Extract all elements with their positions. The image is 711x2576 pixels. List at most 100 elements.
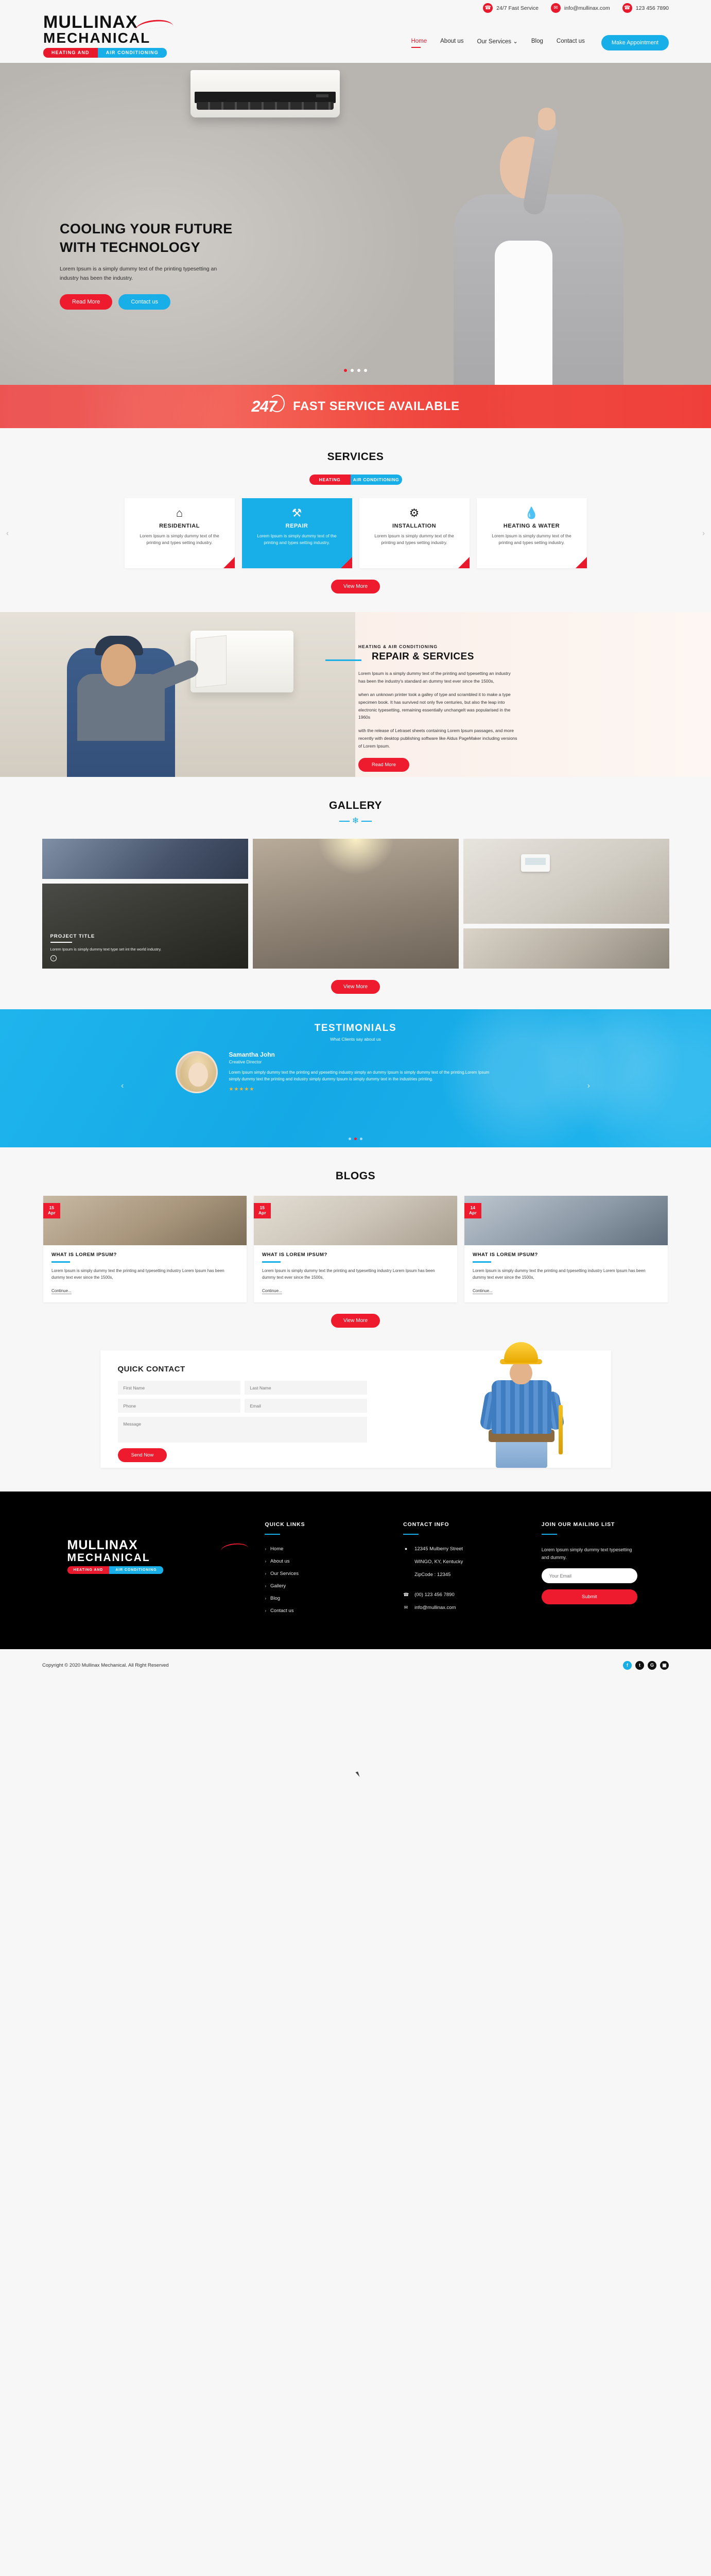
- testimonial-dot-3[interactable]: [360, 1138, 362, 1140]
- instagram-icon[interactable]: ▣: [660, 1660, 669, 1670]
- newsletter-submit-button[interactable]: Submit: [541, 1589, 637, 1605]
- footer-link-blog[interactable]: › Blog: [265, 1596, 403, 1601]
- blog-thumbnail: 15 Apr: [43, 1196, 247, 1245]
- header-service-hours[interactable]: ☎ 24/7 Fast Service: [483, 3, 539, 13]
- mouse-cursor-icon: [355, 1771, 360, 1778]
- footer-link-about[interactable]: › About us: [265, 1558, 403, 1564]
- twitter-icon[interactable]: t: [635, 1660, 644, 1670]
- google-plus-icon[interactable]: G: [648, 1660, 656, 1670]
- blog-date-month: Apr: [48, 1210, 56, 1215]
- newsletter-email-input[interactable]: [541, 1568, 637, 1584]
- chevron-down-icon: ⌄: [511, 38, 518, 45]
- testimonials-prev-arrow-icon[interactable]: ‹: [121, 1081, 124, 1091]
- service-card-heating-water[interactable]: 💧 HEATING & WATER Lorem Ipsum is simply …: [476, 498, 587, 568]
- gallery-item-featured[interactable]: PROJECT TITLE Lorem Ipsum is simply dumm…: [42, 884, 248, 969]
- hero-ac-unit-image: [190, 70, 340, 117]
- blog-card[interactable]: 15 Apr WHAT IS LOREM IPSUM? Lorem Ipsum …: [254, 1196, 457, 1303]
- footer-phone-label: (00) 123 456 7890: [414, 1592, 455, 1598]
- footer-phone[interactable]: ☎ (00) 123 456 7890: [403, 1592, 542, 1598]
- message-textarea[interactable]: [117, 1417, 367, 1443]
- service-card-repair[interactable]: ⚒ REPAIR Lorem Ipsum is simply dummy tex…: [241, 498, 352, 568]
- service-card-residential[interactable]: ⌂ RESIDENTIAL Lorem Ipsum is simply dumm…: [124, 498, 235, 568]
- hero-dot-2[interactable]: [351, 369, 354, 372]
- send-now-button[interactable]: Send Now: [117, 1448, 167, 1463]
- social-links: f t G ▣: [623, 1660, 669, 1670]
- logo-line-2: MECHANICAL: [43, 30, 151, 46]
- testimonial-dot-1[interactable]: [349, 1138, 351, 1140]
- copyright-bar: Copyright © 2020 Mullinax Mechanical. Al…: [0, 1649, 711, 1682]
- nav-item-blog[interactable]: Blog: [531, 38, 543, 48]
- footer-address-line-3: ZipCode : 12345: [414, 1572, 451, 1578]
- footer-quick-links-title: QUICK LINKS: [265, 1521, 305, 1528]
- hero-dot-4[interactable]: [364, 369, 367, 372]
- service-card-title: HEATING & WATER: [503, 523, 560, 529]
- corner-accent: [340, 557, 352, 568]
- arrow-right-icon[interactable]: ›: [50, 955, 57, 961]
- hero-content: COOLING YOUR FUTURE WITH TECHNOLOGY Lore…: [60, 220, 302, 310]
- blog-date-month: Apr: [258, 1210, 266, 1215]
- testimonials-next-arrow-icon[interactable]: ›: [587, 1081, 590, 1091]
- gallery-item[interactable]: [463, 839, 669, 924]
- service-card-desc: Lorem Ipsum is simply dummy text of the …: [140, 533, 219, 546]
- header-email[interactable]: ✉ info@mullinax.com: [550, 3, 610, 13]
- testimonials-subtitle: What Clients say about us: [330, 1037, 381, 1042]
- nav-item-about[interactable]: About us: [440, 38, 463, 48]
- gallery-item[interactable]: [463, 928, 669, 969]
- gallery-view-more-button[interactable]: View More: [331, 980, 380, 994]
- footer-link-services[interactable]: › Our Services: [265, 1571, 403, 1577]
- gallery-section: GALLERY ❄ PROJECT TITLE Lorem Ipsum is s…: [0, 777, 711, 994]
- footer-link-home[interactable]: › Home: [265, 1546, 403, 1552]
- repair-read-more-button[interactable]: Read More: [358, 757, 409, 772]
- make-appointment-button[interactable]: Make Appointment: [601, 35, 669, 50]
- gallery-item[interactable]: [42, 839, 248, 879]
- footer-contact-info: CONTACT INFO ● 12345 Mulberry Street WIN…: [403, 1521, 542, 1620]
- header-service-hours-label: 24/7 Fast Service: [496, 5, 539, 11]
- chevron-right-icon: ›: [265, 1547, 267, 1552]
- first-name-input[interactable]: [117, 1381, 240, 1395]
- header-phone[interactable]: ☎ 123 456 7890: [622, 3, 669, 13]
- gallery-grid: PROJECT TITLE Lorem Ipsum is simply dumm…: [42, 839, 669, 969]
- footer-email-label: info@mullinax.com: [414, 1605, 456, 1611]
- header-contact-strip: ☎ 24/7 Fast Service ✉ info@mullinax.com …: [483, 3, 669, 13]
- services-view-more-button[interactable]: View More: [331, 580, 380, 594]
- email-input[interactable]: [244, 1399, 367, 1413]
- last-name-input[interactable]: [244, 1381, 367, 1395]
- hero-dot-3[interactable]: [357, 369, 360, 372]
- testimonial-quote: Lorem Ipsum simply dummy text the printi…: [229, 1070, 490, 1082]
- footer-link-contact[interactable]: › Contact us: [265, 1608, 403, 1614]
- blog-card[interactable]: 14 Apr WHAT IS LOREM IPSUM? Lorem Ipsum …: [464, 1196, 668, 1303]
- hero-dot-1[interactable]: [344, 369, 347, 372]
- nav-item-contact[interactable]: Contact us: [557, 38, 585, 48]
- mail-icon: ✉: [550, 3, 561, 13]
- services-next-arrow-icon[interactable]: ›: [702, 529, 705, 538]
- hero-read-more-button[interactable]: Read More: [60, 294, 113, 310]
- service-card-title: INSTALLATION: [392, 523, 437, 529]
- hero-contact-button[interactable]: Contact us: [118, 294, 171, 310]
- toggle-heating[interactable]: HEATING: [309, 474, 351, 485]
- phone-input[interactable]: [117, 1399, 240, 1413]
- chevron-right-icon: ›: [265, 1571, 267, 1577]
- blog-continue-link[interactable]: Continue...: [473, 1289, 493, 1295]
- service-card-title: REPAIR: [285, 523, 308, 529]
- blogs-view-more-button[interactable]: View More: [331, 1314, 380, 1328]
- site-logo[interactable]: MULLINAX MECHANICAL HEATING AND AIR COND…: [43, 13, 176, 58]
- blog-continue-link[interactable]: Continue...: [262, 1289, 282, 1295]
- footer-logo[interactable]: MULLINAX MECHANICAL HEATING AND AIR COND…: [67, 1521, 265, 1620]
- footer-link-gallery[interactable]: › Gallery: [265, 1583, 403, 1589]
- facebook-icon[interactable]: f: [623, 1660, 632, 1670]
- blog-excerpt: Lorem Ipsum is simply dummy text the pri…: [262, 1268, 435, 1280]
- testimonial-dot-2[interactable]: [354, 1138, 357, 1140]
- blog-continue-link[interactable]: Continue...: [51, 1289, 72, 1295]
- footer-email[interactable]: ✉ info@mullinax.com: [403, 1605, 542, 1611]
- nav-item-home[interactable]: Home: [411, 38, 427, 48]
- nav-item-services[interactable]: Our Services ⌄: [477, 38, 518, 48]
- project-desc: Lorem Ipsum is simply dummy text type se…: [50, 946, 162, 952]
- toggle-air-conditioning[interactable]: AIR CONDITIONING: [350, 474, 402, 485]
- service-card-installation[interactable]: ⚙ INSTALLATION Lorem Ipsum is simply dum…: [359, 498, 470, 568]
- services-prev-arrow-icon[interactable]: ‹: [6, 529, 9, 538]
- snowflake-icon: ❄: [352, 817, 359, 825]
- blog-card[interactable]: 15 Apr WHAT IS LOREM IPSUM? Lorem Ipsum …: [43, 1196, 247, 1303]
- gallery-item[interactable]: [252, 839, 459, 969]
- chevron-right-icon: ›: [265, 1608, 267, 1614]
- logo-tagline: HEATING AND AIR CONDITIONING: [43, 47, 167, 58]
